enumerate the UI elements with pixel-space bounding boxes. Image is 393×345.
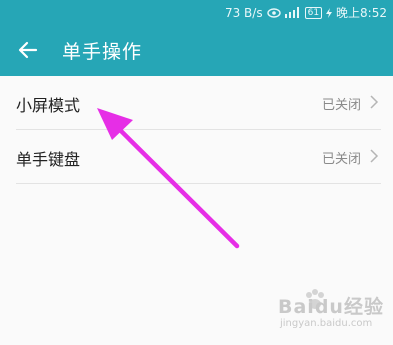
setting-value: 已关闭 [321, 98, 361, 113]
setting-value: 已关闭 [321, 152, 361, 167]
eye-icon [266, 7, 281, 18]
paw-icon [306, 289, 324, 309]
setting-label: 单手键盘 [16, 150, 81, 169]
watermark-url: jingyan.baidu.com [280, 318, 373, 329]
app-bar: 单手操作 [0, 24, 393, 76]
chevron-right-icon [370, 95, 379, 109]
charging-icon [326, 7, 333, 18]
network-speed: 73 B/s [224, 5, 263, 20]
watermark: Baidu经验 jingyan.baidu.com [250, 288, 385, 336]
settings-list: 小屏模式 已关闭 单手键盘 已关闭 [0, 76, 393, 184]
arrow-left-icon[interactable] [16, 38, 40, 62]
setting-row-one-hand-keyboard[interactable]: 单手键盘 已关闭 [16, 130, 381, 184]
page-title: 单手操作 [62, 41, 143, 63]
battery-icon: 61 [304, 6, 323, 19]
clock: 晚上8:52 [336, 6, 387, 20]
watermark-brand: Baidu经验 [278, 296, 384, 318]
chevron-right-icon [370, 149, 379, 163]
setting-label: 小屏模式 [16, 96, 81, 115]
status-bar: 73 B/s 61 晚上8:52 [0, 0, 393, 24]
signal-icon [284, 7, 299, 18]
setting-row-small-screen[interactable]: 小屏模式 已关闭 [16, 76, 381, 130]
